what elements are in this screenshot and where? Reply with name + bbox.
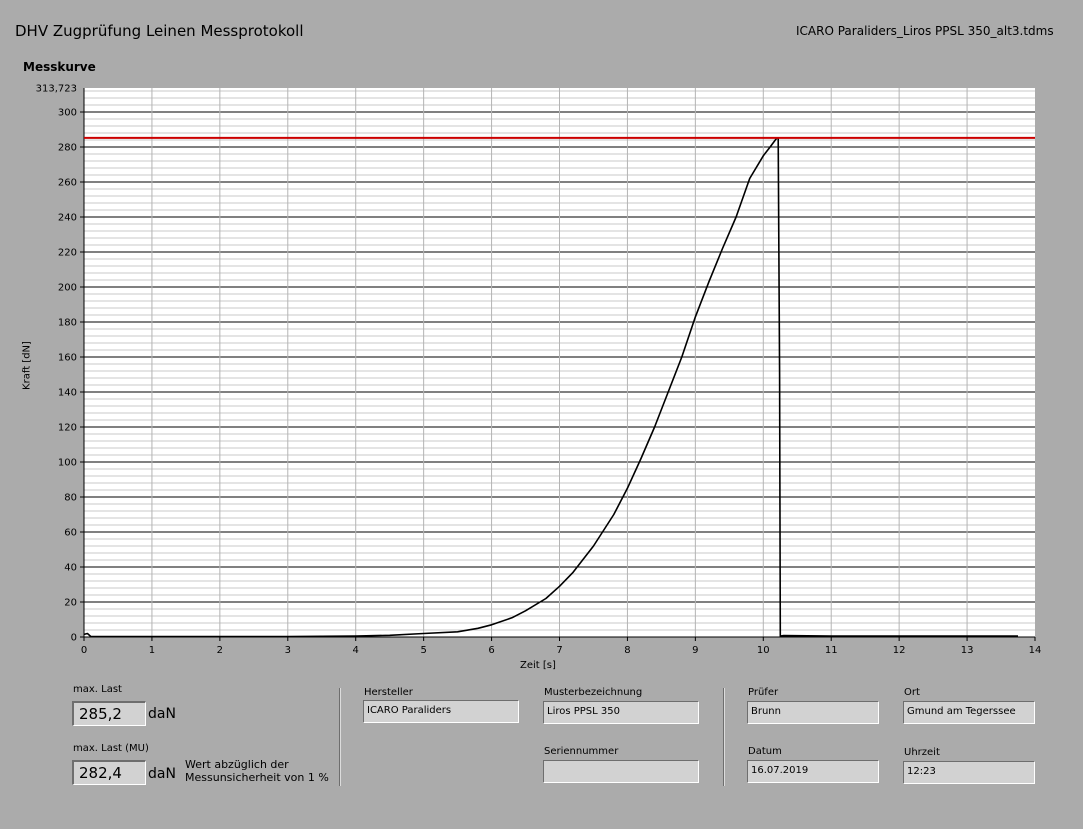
x-tick-label: 7 — [556, 645, 562, 656]
x-tick-label: 1 — [149, 645, 155, 656]
seriennummer-field[interactable] — [543, 760, 699, 783]
max-last-mu-unit: daN — [148, 766, 176, 782]
max-last-label: max. Last — [73, 684, 122, 695]
x-tick-label: 11 — [825, 645, 838, 656]
y-tick-label: 160 — [58, 353, 77, 364]
x-tick-label: 13 — [961, 645, 974, 656]
pruefer-label: Prüfer — [748, 687, 779, 698]
musterbezeichnung-label: Musterbezeichnung — [544, 687, 643, 698]
chart: 0204060801001201401601802002202402602803… — [36, 84, 1042, 657]
y-tick-label: 300 — [58, 108, 77, 119]
ort-field[interactable]: Gmund am Tegerssee — [903, 701, 1035, 724]
musterbezeichnung-field[interactable]: Liros PPSL 350 — [543, 701, 699, 724]
x-tick-label: 2 — [217, 645, 223, 656]
y-tick-label: 120 — [58, 423, 77, 434]
max-last-value: 285,2 — [72, 701, 146, 726]
x-tick-label: 14 — [1029, 645, 1042, 656]
ort-label: Ort — [904, 687, 920, 698]
y-tick-label: 180 — [58, 318, 77, 329]
y-tick-label: 60 — [64, 528, 77, 539]
uncertainty-note: Wert abzüglich der Messunsicherheit von … — [185, 758, 329, 784]
y-tick-label: 100 — [58, 458, 77, 469]
max-last-mu-value: 282,4 — [72, 760, 146, 785]
x-tick-label: 6 — [488, 645, 494, 656]
datum-label: Datum — [748, 746, 782, 757]
x-tick-label: 8 — [624, 645, 630, 656]
y-tick-label: 280 — [58, 143, 77, 154]
max-last-unit: daN — [148, 706, 176, 722]
x-tick-label: 5 — [420, 645, 426, 656]
y-tick-label: 200 — [58, 283, 77, 294]
max-last-mu-label: max. Last (MU) — [73, 743, 149, 754]
x-tick-label: 9 — [692, 645, 698, 656]
pruefer-field[interactable]: Brunn — [747, 701, 879, 724]
separator — [723, 688, 725, 786]
y-tick-label: 80 — [64, 493, 77, 504]
hersteller-field[interactable]: ICARO Paraliders — [363, 700, 519, 723]
uhrzeit-field[interactable]: 12:23 — [903, 761, 1035, 784]
separator — [339, 688, 341, 786]
hersteller-label: Hersteller — [364, 687, 413, 698]
uhrzeit-label: Uhrzeit — [904, 747, 940, 758]
y-tick-label: 260 — [58, 178, 77, 189]
x-tick-label: 3 — [285, 645, 291, 656]
x-tick-label: 10 — [757, 645, 770, 656]
y-tick-label: 140 — [58, 388, 77, 399]
y-tick-label: 20 — [64, 598, 77, 609]
datum-field[interactable]: 16.07.2019 — [747, 760, 879, 783]
x-tick-label: 12 — [893, 645, 906, 656]
seriennummer-label: Seriennummer — [544, 746, 619, 757]
y-tick-label: 240 — [58, 213, 77, 224]
y-tick-label: 40 — [64, 563, 77, 574]
x-tick-label: 4 — [353, 645, 359, 656]
y-tick-label: 0 — [71, 633, 77, 644]
x-tick-label: 0 — [81, 645, 87, 656]
y-tick-label: 220 — [58, 248, 77, 259]
y-tick-label-max: 313,723 — [36, 84, 77, 95]
